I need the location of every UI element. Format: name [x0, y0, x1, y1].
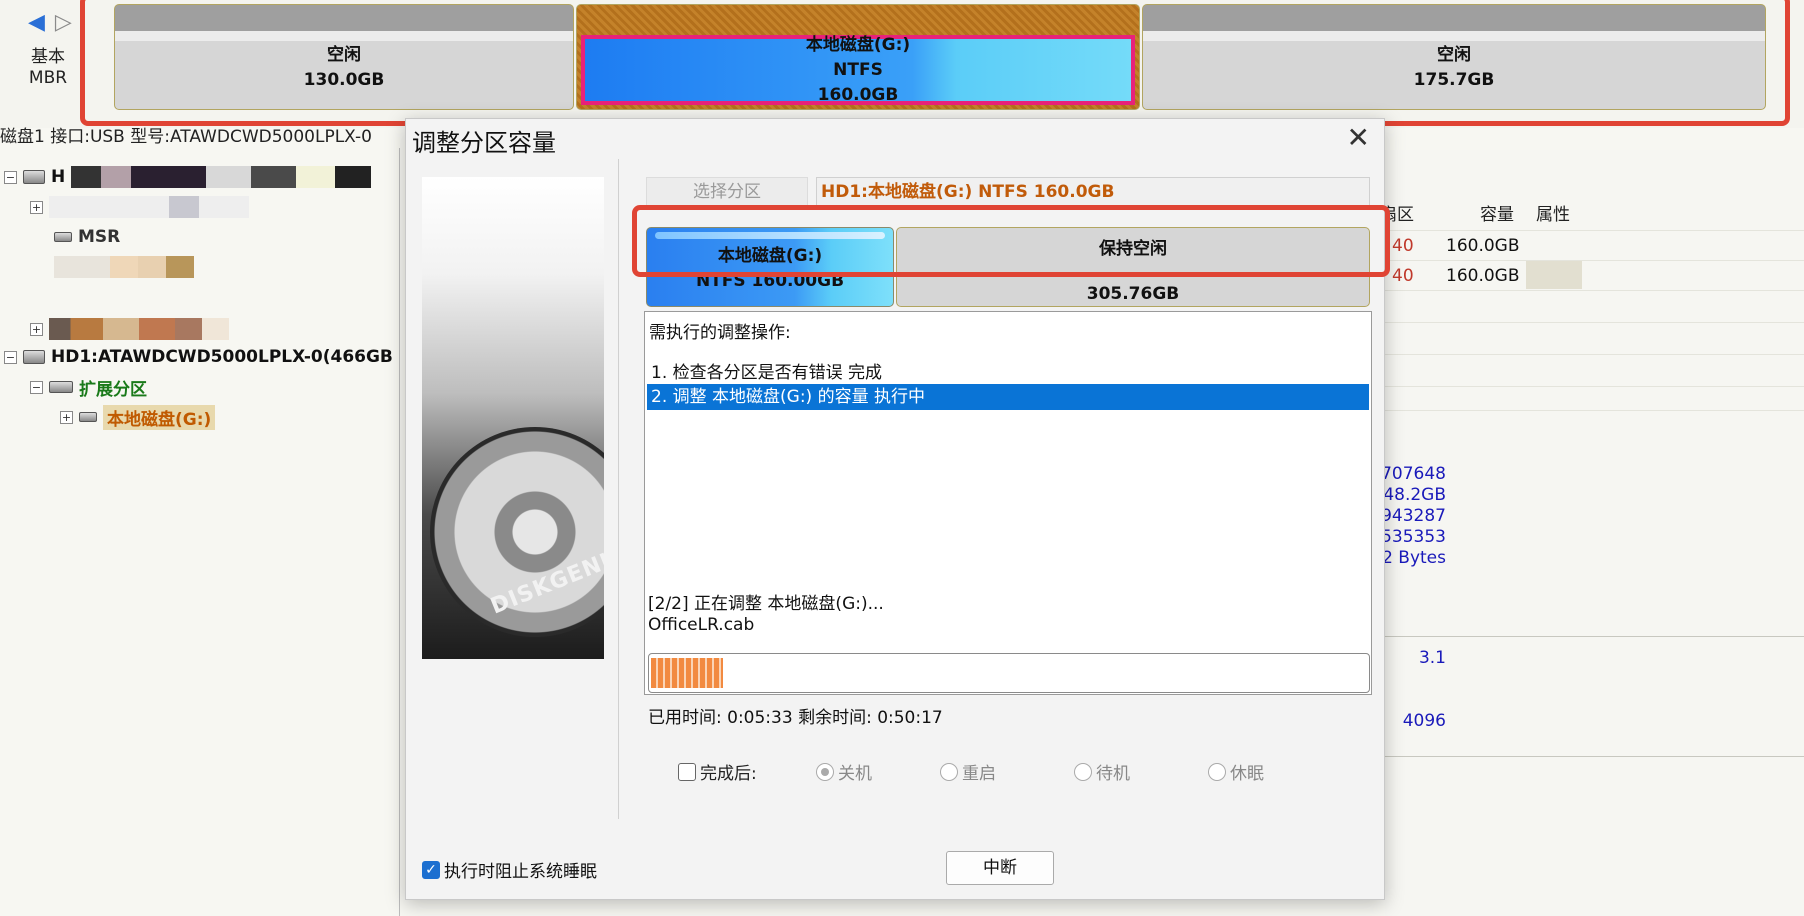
- radio-icon[interactable]: [1208, 762, 1226, 781]
- info-free-space: 48.2GB: [1383, 485, 1446, 505]
- row-divider: [1385, 260, 1804, 261]
- column-header-capacity[interactable]: 容量: [1480, 200, 1514, 225]
- radio-icon[interactable]: [940, 762, 958, 781]
- after-completion-checkbox[interactable]: 完成后:: [678, 759, 757, 784]
- selected-partition-field: HD1:本地磁盘(G:) NTFS 160.0GB: [816, 177, 1370, 207]
- row-divider: [1385, 322, 1804, 323]
- cell-sector: 40: [1392, 266, 1414, 286]
- row-divider: [1385, 354, 1804, 355]
- dialog-divider: [618, 159, 619, 819]
- info-cluster-size: 4096: [1402, 711, 1446, 731]
- tree-item-label: HD1:ATAWDCWD5000LPLX-0(466GB: [51, 347, 393, 367]
- option-restart[interactable]: 重启: [940, 759, 996, 784]
- info-sector-size: 2 Bytes: [1382, 548, 1446, 568]
- tree-item-partition-2[interactable]: +: [30, 316, 229, 342]
- option-shutdown[interactable]: 关机: [816, 759, 872, 784]
- redacted-area: [49, 196, 249, 218]
- current-file: OfficeLR.cab: [648, 615, 755, 635]
- operations-header: 需执行的调整操作:: [649, 323, 791, 343]
- redacted-area: [71, 166, 372, 188]
- progress-bar: [648, 653, 1370, 693]
- disk-tree: − H + MSR + − HD1:ATAWDCWD5000LPLX-0(466…: [0, 150, 400, 916]
- tree-item-hd1[interactable]: − HD1:ATAWDCWD5000LPLX-0(466GB: [4, 344, 393, 370]
- after-completion-label: 完成后:: [700, 764, 757, 784]
- option-label: 重启: [962, 764, 996, 784]
- disk-info-bar: 磁盘1 接口:USB 型号:ATAWDCWD5000LPLX-0: [0, 127, 372, 147]
- close-icon[interactable]: ✕: [1347, 121, 1370, 154]
- cell-sector: 40: [1392, 236, 1414, 256]
- disk-type-mbr: MBR: [28, 68, 68, 88]
- option-standby[interactable]: 待机: [1074, 759, 1130, 784]
- collapse-icon[interactable]: −: [30, 380, 43, 394]
- partition-icon: [54, 232, 72, 242]
- operation-item-active[interactable]: 2. 调整 本地磁盘(G:) 的容量 执行中: [647, 384, 1369, 410]
- section-divider: [1385, 756, 1804, 757]
- extended-partition-icon: [49, 381, 73, 393]
- option-label: 待机: [1096, 764, 1130, 784]
- checkbox-checked-icon[interactable]: ✓: [422, 860, 440, 879]
- expand-icon[interactable]: +: [60, 410, 73, 424]
- abort-button[interactable]: 中断: [946, 851, 1054, 885]
- radio-icon[interactable]: [816, 762, 834, 781]
- tree-item-label: 本地磁盘(G:): [103, 404, 216, 430]
- dialog-title: 调整分区容量: [412, 129, 556, 157]
- option-label: 休眠: [1230, 764, 1264, 784]
- tree-item-label: 扩展分区: [79, 379, 147, 400]
- tree-item-msr[interactable]: MSR: [54, 224, 120, 250]
- resize-partition-dialog: 调整分区容量 ✕ DISKGENIUS 选择分区 HD1:本地磁盘(G:) NT…: [405, 118, 1390, 900]
- row-divider: [1385, 230, 1804, 231]
- prevent-sleep-label: 执行时阻止系统睡眠: [444, 862, 597, 882]
- disk-type-basic: 基本: [31, 47, 65, 67]
- select-partition-button[interactable]: 选择分区: [646, 177, 808, 207]
- status-line: [2/2] 正在调整 本地磁盘(G:)...: [648, 594, 884, 614]
- partition-details-pane: [1385, 150, 1804, 916]
- checkbox-icon[interactable]: [678, 762, 696, 781]
- disk-icon: [23, 350, 45, 364]
- section-divider: [1385, 636, 1804, 637]
- row-divider: [1385, 290, 1804, 291]
- option-label: 关机: [838, 764, 872, 784]
- tree-item-partition[interactable]: +: [30, 194, 249, 220]
- operation-item[interactable]: 1. 检查各分区是否有错误 完成: [647, 360, 1369, 386]
- expand-icon[interactable]: +: [30, 200, 43, 214]
- diskgenius-banner-image: DISKGENIUS: [422, 177, 604, 659]
- collapse-icon[interactable]: −: [4, 350, 17, 364]
- cell-capacity: 160.0GB: [1446, 266, 1520, 286]
- tree-item-disk0[interactable]: − H: [4, 164, 372, 190]
- operations-list: 需执行的调整操作: 1. 检查各分区是否有错误 完成 2. 调整 本地磁盘(G:…: [644, 311, 1372, 695]
- highlight-box-disk-map: [80, 0, 1790, 126]
- info-value-3: 943287: [1381, 506, 1446, 526]
- next-disk-icon[interactable]: ▷: [55, 10, 72, 35]
- radio-icon[interactable]: [1074, 762, 1092, 781]
- redacted-area: [54, 256, 194, 278]
- tree-item-local-disk-g[interactable]: + 本地磁盘(G:): [60, 404, 216, 430]
- tree-item-redacted: [54, 254, 194, 280]
- tree-item-label: MSR: [78, 227, 121, 247]
- expand-icon[interactable]: +: [30, 322, 43, 336]
- row-divider: [1385, 386, 1804, 387]
- info-value-4: 535353: [1381, 527, 1446, 547]
- info-total-sectors: 707648: [1381, 464, 1446, 484]
- info-version: 3.1: [1418, 648, 1446, 668]
- time-readout: 已用时间: 0:05:33 剩余时间: 0:50:17: [648, 708, 943, 728]
- progress-fill: [651, 658, 723, 688]
- cell-capacity: 160.0GB: [1446, 236, 1520, 256]
- row-divider: [1385, 410, 1804, 411]
- cell-attr-selected: [1526, 261, 1582, 289]
- highlight-box-preview: [632, 205, 1390, 277]
- pane-divider: [399, 148, 400, 916]
- after-completion-options: 完成后: 关机 重启 待机 休眠: [678, 759, 1378, 789]
- tree-item-extended[interactable]: − 扩展分区: [30, 374, 147, 400]
- disk-icon: [23, 170, 45, 184]
- redacted-area: [49, 318, 229, 340]
- previous-disk-icon[interactable]: ◀: [28, 10, 45, 35]
- tree-item-label: H: [51, 167, 66, 187]
- disk-nav: ◀ ▷: [28, 10, 72, 35]
- collapse-icon[interactable]: −: [4, 170, 17, 184]
- prevent-sleep-checkbox[interactable]: ✓ 执行时阻止系统睡眠: [422, 857, 597, 882]
- preview-free-size: 305.76GB: [1086, 284, 1180, 304]
- column-header-attribute[interactable]: 属性: [1536, 200, 1570, 225]
- partition-icon: [79, 412, 97, 422]
- option-hibernate[interactable]: 休眠: [1208, 759, 1264, 784]
